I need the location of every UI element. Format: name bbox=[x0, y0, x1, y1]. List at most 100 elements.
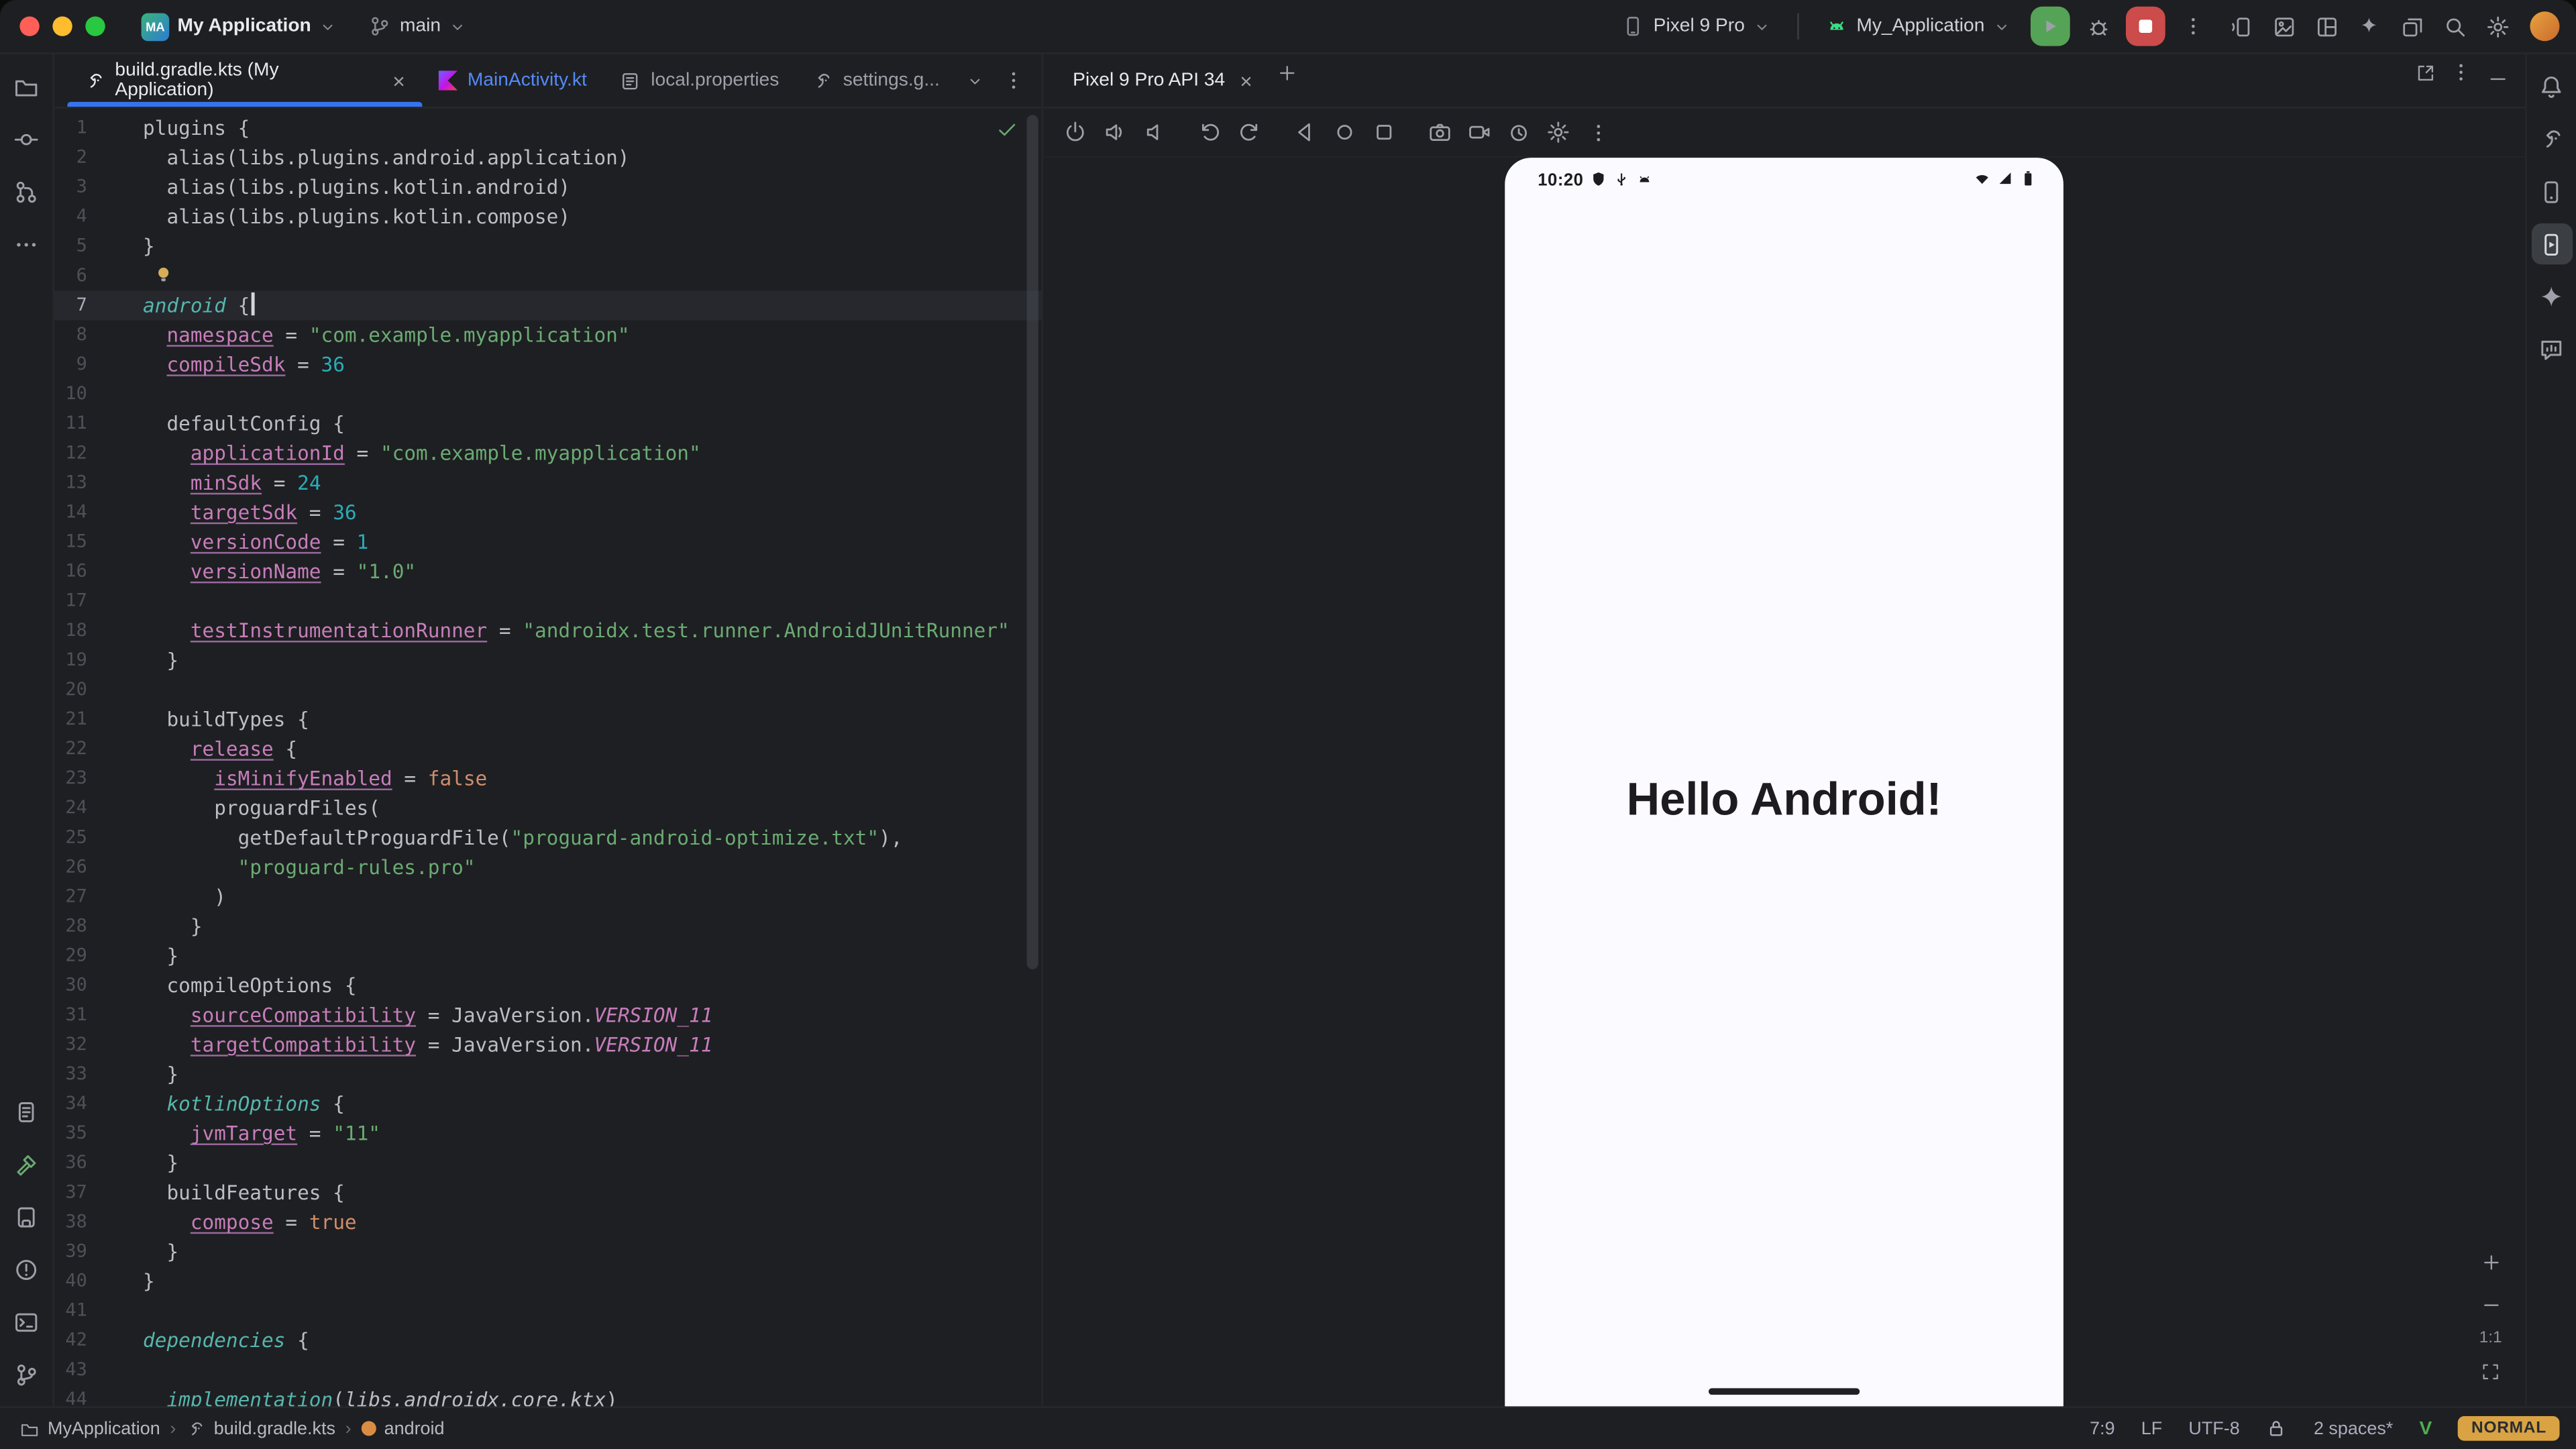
code-line-21[interactable]: 21 buildTypes { bbox=[54, 705, 1042, 735]
more-actions-button[interactable] bbox=[2174, 7, 2213, 46]
breadcrumb-MyApplication[interactable]: MyApplication bbox=[19, 1419, 160, 1438]
back-button[interactable] bbox=[1287, 113, 1324, 151]
code-line-40[interactable]: 40} bbox=[54, 1267, 1042, 1296]
code-line-23[interactable]: 23 isMinifyEnabled = false bbox=[54, 764, 1042, 794]
code-line-39[interactable]: 39 } bbox=[54, 1237, 1042, 1267]
tool-stripe-logcat-button[interactable] bbox=[6, 1091, 47, 1132]
user-avatar[interactable] bbox=[2530, 11, 2559, 41]
code-line-36[interactable]: 36 } bbox=[54, 1148, 1042, 1178]
tool-stripe-project-button[interactable] bbox=[6, 66, 47, 107]
code-line-17[interactable]: 17 bbox=[54, 586, 1042, 616]
run-configuration-selector[interactable]: My_Application bbox=[1814, 8, 2023, 44]
code-line-14[interactable]: 14 targetSdk = 36 bbox=[54, 498, 1042, 527]
code-line-4[interactable]: 4 alias(libs.plugins.kotlin.compose) bbox=[54, 202, 1042, 231]
code-line-26[interactable]: 26 "proguard-rules.pro" bbox=[54, 853, 1042, 882]
close-window-button[interactable] bbox=[19, 16, 39, 36]
code-line-3[interactable]: 3 alias(libs.plugins.kotlin.android) bbox=[54, 172, 1042, 202]
tool-stripe-device-manager-button[interactable] bbox=[2531, 171, 2572, 212]
zoom-fit-button[interactable] bbox=[2473, 1354, 2509, 1390]
debug-button[interactable] bbox=[2078, 7, 2118, 46]
emulator-screen[interactable]: 10:20 Hello Android! bbox=[1505, 158, 2063, 1406]
ai-assistant-icon[interactable] bbox=[2349, 7, 2389, 46]
tool-stripe-gemini-button[interactable] bbox=[2531, 276, 2572, 317]
line-separator[interactable]: LF bbox=[2141, 1419, 2162, 1438]
tool-stripe-commit-button[interactable] bbox=[6, 118, 47, 159]
zoom-ratio[interactable]: 1:1 bbox=[2479, 1329, 2502, 1347]
close-tab-button[interactable]: × bbox=[392, 70, 405, 91]
device-tab[interactable]: Pixel 9 Pro API 34 × bbox=[1057, 54, 1269, 107]
tool-stripe-build-button[interactable] bbox=[6, 1143, 47, 1184]
code-line-11[interactable]: 11 defaultConfig { bbox=[54, 409, 1042, 439]
hidden-tabs-button[interactable] bbox=[956, 62, 992, 99]
code-line-38[interactable]: 38 compose = true bbox=[54, 1208, 1042, 1237]
inspections-status-icon[interactable] bbox=[996, 118, 1018, 150]
branch-selector[interactable]: main bbox=[357, 8, 478, 44]
code-line-8[interactable]: 8 namespace = "com.example.myapplication… bbox=[54, 321, 1042, 350]
caret-position[interactable]: 7:9 bbox=[2090, 1419, 2114, 1438]
code-line-44[interactable]: 44 implementation(libs.androidx.core.ktx… bbox=[54, 1385, 1042, 1406]
screenshot-button[interactable] bbox=[1421, 113, 1458, 151]
editor-tab[interactable]: MainActivity.kt bbox=[421, 54, 603, 107]
breadcrumb-build.gradle.kts[interactable]: build.gradle.kts bbox=[186, 1419, 335, 1438]
screen-record-button[interactable] bbox=[1460, 113, 1498, 151]
code-line-34[interactable]: 34 kotlinOptions { bbox=[54, 1089, 1042, 1119]
gesture-bar[interactable] bbox=[1709, 1388, 1860, 1395]
zoom-in-button[interactable] bbox=[2473, 1244, 2509, 1280]
project-selector[interactable]: MA My Application bbox=[129, 6, 349, 47]
volume-up-button[interactable] bbox=[1095, 113, 1133, 151]
code-line-1[interactable]: 1plugins { bbox=[54, 113, 1042, 143]
minimize-window-button[interactable] bbox=[52, 16, 72, 36]
lock-icon[interactable] bbox=[2266, 1417, 2288, 1439]
code-line-7[interactable]: 7android { bbox=[54, 290, 1042, 320]
code-line-22[interactable]: 22 release { bbox=[54, 735, 1042, 764]
tool-stripe-device-explorer-button[interactable] bbox=[6, 1196, 47, 1237]
code-line-10[interactable]: 10 bbox=[54, 380, 1042, 409]
file-encoding[interactable]: UTF-8 bbox=[2188, 1419, 2239, 1438]
code-line-19[interactable]: 19 } bbox=[54, 645, 1042, 675]
code-line-31[interactable]: 31 sourceCompatibility = JavaVersion.VER… bbox=[54, 1000, 1042, 1030]
editor-tab[interactable]: settings.g... bbox=[796, 54, 957, 107]
code-line-35[interactable]: 35 jvmTarget = "11" bbox=[54, 1119, 1042, 1148]
open-in-window-button[interactable] bbox=[2407, 54, 2443, 91]
ideavim-icon[interactable]: V bbox=[2419, 1419, 2432, 1438]
tool-stripe-structure-button[interactable] bbox=[6, 171, 47, 212]
editor-tab[interactable]: local.properties bbox=[603, 54, 795, 107]
code-line-20[interactable]: 20 bbox=[54, 676, 1042, 705]
add-device-tab-button[interactable] bbox=[1269, 54, 1305, 91]
code-line-43[interactable]: 43 bbox=[54, 1355, 1042, 1385]
code-line-13[interactable]: 13 minSdk = 24 bbox=[54, 468, 1042, 498]
run-button[interactable] bbox=[2031, 7, 2070, 46]
panel-options-button[interactable] bbox=[2443, 54, 2479, 91]
device-selector[interactable]: Pixel 9 Pro bbox=[1611, 8, 1782, 44]
code-line-25[interactable]: 25 getDefaultProguardFile("proguard-andr… bbox=[54, 823, 1042, 853]
overview-button[interactable] bbox=[1365, 113, 1403, 151]
code-line-9[interactable]: 9 compileSdk = 36 bbox=[54, 350, 1042, 380]
code-line-24[interactable]: 24 proguardFiles( bbox=[54, 794, 1042, 823]
tool-stripe-running-devices-button[interactable] bbox=[2531, 223, 2572, 264]
tool-stripe-gradle-button[interactable] bbox=[2531, 118, 2572, 159]
search-icon[interactable] bbox=[2434, 7, 2474, 46]
layout-inspector-icon[interactable] bbox=[2306, 7, 2346, 46]
home-button[interactable] bbox=[1326, 113, 1363, 151]
code-line-41[interactable]: 41 bbox=[54, 1296, 1042, 1326]
indent-style[interactable]: 2 spaces* bbox=[2314, 1419, 2393, 1438]
code-line-27[interactable]: 27 ) bbox=[54, 882, 1042, 912]
volume-down-button[interactable] bbox=[1135, 113, 1173, 151]
device-mirroring-icon[interactable] bbox=[2221, 7, 2261, 46]
tool-stripe-version-control-button[interactable] bbox=[6, 1354, 47, 1395]
code-line-37[interactable]: 37 buildFeatures { bbox=[54, 1178, 1042, 1208]
code-line-12[interactable]: 12 applicationId = "com.example.myapplic… bbox=[54, 439, 1042, 468]
zoom-window-button[interactable] bbox=[85, 16, 105, 36]
tool-stripe-app-insights-button[interactable] bbox=[2531, 329, 2572, 370]
intention-bulb-icon[interactable] bbox=[153, 264, 174, 286]
code-line-5[interactable]: 5} bbox=[54, 231, 1042, 261]
editor-scrollbar[interactable] bbox=[1027, 115, 1038, 969]
editor-options-button[interactable] bbox=[996, 62, 1032, 99]
tool-stripe-more-tools-button[interactable] bbox=[6, 223, 47, 264]
code-line-2[interactable]: 2 alias(libs.plugins.android.application… bbox=[54, 143, 1042, 172]
code-line-15[interactable]: 15 versionCode = 1 bbox=[54, 527, 1042, 557]
code-line-30[interactable]: 30 compileOptions { bbox=[54, 971, 1042, 1000]
code-line-29[interactable]: 29 } bbox=[54, 941, 1042, 971]
zoom-out-button[interactable] bbox=[2473, 1287, 2509, 1323]
settings-icon[interactable] bbox=[2477, 7, 2517, 46]
